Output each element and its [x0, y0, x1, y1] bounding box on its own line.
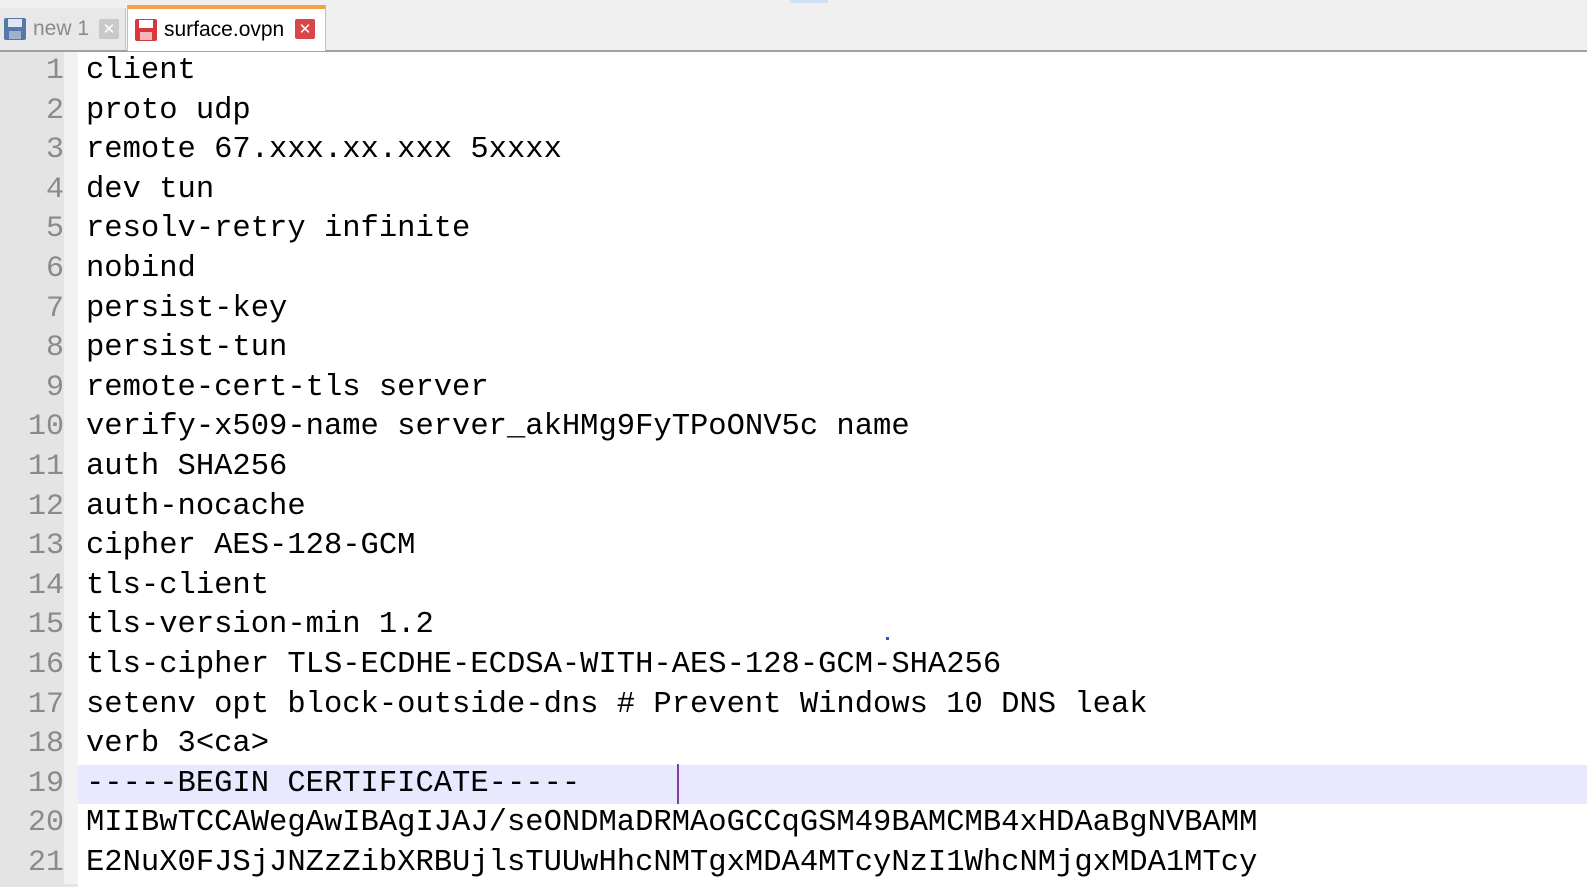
- line-number: 11: [0, 448, 64, 488]
- fold-margin: [64, 250, 78, 290]
- fold-margin: [64, 91, 78, 132]
- scroll-marker: [790, 0, 828, 3]
- line-number: 5: [0, 210, 64, 250]
- line-number: 9: [0, 368, 64, 409]
- line-number: 16: [0, 646, 64, 686]
- line-text: verb 3<ca>: [86, 727, 270, 762]
- disk-icon: [3, 17, 27, 41]
- code-line[interactable]: 5 resolv-retry infinite: [0, 210, 1587, 250]
- fold-margin: [64, 329, 78, 369]
- notepad-plus-plus-window: new 1 ✕ surface.ovpn ✕ 1 client 2 proto udp…: [0, 0, 1587, 887]
- line-text: verify-x509-name server_akHMg9FyTPoONV5c…: [86, 410, 910, 445]
- line-text: dev tun: [86, 172, 215, 207]
- line-number: 1: [0, 52, 64, 92]
- line-text: resolv-retry infinite: [86, 212, 471, 247]
- line-text: -----BEGIN CERTIFICATE-----: [86, 766, 581, 801]
- tab-new-1[interactable]: new 1 ✕: [0, 8, 126, 50]
- line-number: 19: [0, 764, 64, 805]
- disk-icon: [134, 18, 158, 42]
- fold-margin: [64, 646, 78, 686]
- fold-margin: [64, 804, 78, 844]
- line-number: 15: [0, 606, 64, 646]
- code-line[interactable]: 2 proto udp: [0, 91, 1587, 132]
- line-number: 18: [0, 725, 64, 765]
- line-number: 10: [0, 408, 64, 448]
- code-line[interactable]: 4 dev tun: [0, 170, 1587, 211]
- code-line[interactable]: 1 client: [0, 52, 1587, 92]
- fold-margin: [64, 725, 78, 765]
- line-text: client: [86, 54, 196, 88]
- line-text: persist-tun: [86, 331, 288, 366]
- line-text: remote 67.xxx.xx.xxx 5xxxx: [86, 133, 562, 168]
- line-text: tls-client: [86, 568, 270, 603]
- editor-area[interactable]: 1 client 2 proto udp 3 remote 67.xxx.xx.xxx 5…: [0, 52, 1587, 887]
- close-icon[interactable]: ✕: [295, 19, 315, 39]
- fold-margin: [64, 289, 78, 330]
- tab-bar: new 1 ✕ surface.ovpn ✕: [0, 0, 1587, 52]
- fold-margin: [64, 210, 78, 250]
- code-line[interactable]: 6 nobind: [0, 250, 1587, 290]
- line-text: proto udp: [86, 93, 251, 128]
- code-line[interactable]: 3 remote 67.xxx.xx.xxx 5xxxx: [0, 131, 1587, 171]
- code-line[interactable]: 18 verb 3<ca>: [0, 725, 1587, 765]
- code-line[interactable]: 16 tls-cipher TLS-ECDHE-ECDSA-WITH-AES-12…: [0, 646, 1587, 686]
- line-text: setenv opt block-outside-dns # Prevent W…: [86, 687, 1148, 722]
- code-line[interactable]: 17 setenv opt block-outside-dns # Prevent…: [0, 685, 1587, 726]
- line-text: tls-version-min 1.2: [86, 608, 434, 643]
- code-line[interactable]: 12 auth-nocache: [0, 487, 1587, 528]
- line-text: tls-cipher TLS-ECDHE-ECDSA-WITH-AES-128-…: [86, 648, 1002, 682]
- code-line[interactable]: 8 persist-tun: [0, 329, 1587, 369]
- code-line[interactable]: 10 verify-x509-name server_akHMg9FyTPoONV…: [0, 408, 1587, 448]
- code-line[interactable]: 14 tls-client: [0, 566, 1587, 607]
- fold-margin: [64, 131, 78, 171]
- line-number: 14: [0, 566, 64, 607]
- code-line[interactable]: 15 tls-version-min 1.2: [0, 606, 1587, 646]
- tab-surface-ovpn[interactable]: surface.ovpn ✕: [127, 5, 326, 51]
- line-text: remote-cert-tls server: [86, 370, 489, 405]
- fold-margin: [64, 408, 78, 448]
- fold-margin: [64, 566, 78, 607]
- code-line[interactable]: 7 persist-key: [0, 289, 1587, 330]
- fold-margin: [64, 844, 78, 884]
- line-number: 20: [0, 804, 64, 844]
- line-number: 21: [0, 844, 64, 884]
- line-number: 8: [0, 329, 64, 369]
- fold-margin: [64, 368, 78, 409]
- code-line[interactable]: 9 remote-cert-tls server: [0, 368, 1587, 409]
- fold-margin: [64, 448, 78, 488]
- stray-dot: [886, 637, 889, 640]
- fold-margin: [64, 527, 78, 567]
- line-text: nobind: [86, 252, 196, 286]
- code-line[interactable]: 20 MIIBwTCCAWegAwIBAgIJAJ/seONDMaDRMAoGCC…: [0, 804, 1587, 844]
- line-number: 3: [0, 131, 64, 171]
- fold-margin: [64, 685, 78, 726]
- line-number: 17: [0, 685, 64, 726]
- fold-margin: [64, 606, 78, 646]
- code-line[interactable]: 19 -----BEGIN CERTIFICATE-----: [0, 764, 1587, 805]
- line-number: 7: [0, 289, 64, 330]
- fold-margin: [64, 487, 78, 528]
- code-line[interactable]: 11 auth SHA256: [0, 448, 1587, 488]
- tab-label: new 1: [33, 17, 90, 40]
- line-number: 2: [0, 91, 64, 132]
- line-number: 13: [0, 527, 64, 567]
- line-text: cipher AES-128-GCM: [86, 529, 416, 564]
- code-line[interactable]: 21 E2NuX0FJSjJNZzZibXRBUjlsTUUwHhcNMTgxMD…: [0, 844, 1587, 884]
- fold-margin: [64, 764, 78, 805]
- line-text: E2NuX0FJSjJNZzZibXRBUjlsTUUwHhcNMTgxMDA4…: [86, 846, 1258, 880]
- fold-margin: [64, 52, 78, 92]
- line-number: 4: [0, 170, 64, 211]
- close-icon[interactable]: ✕: [99, 19, 119, 39]
- line-number: 6: [0, 250, 64, 290]
- line-number: 12: [0, 487, 64, 528]
- text-caret: [677, 764, 679, 804]
- code-line[interactable]: 13 cipher AES-128-GCM: [0, 527, 1587, 567]
- fold-margin: [64, 170, 78, 211]
- line-text: auth-nocache: [86, 489, 306, 524]
- tab-label: surface.ovpn: [164, 18, 285, 41]
- line-text: MIIBwTCCAWegAwIBAgIJAJ/seONDMaDRMAoGCCqG…: [86, 806, 1258, 841]
- line-text: persist-key: [86, 291, 288, 326]
- line-text: auth SHA256: [86, 450, 288, 484]
